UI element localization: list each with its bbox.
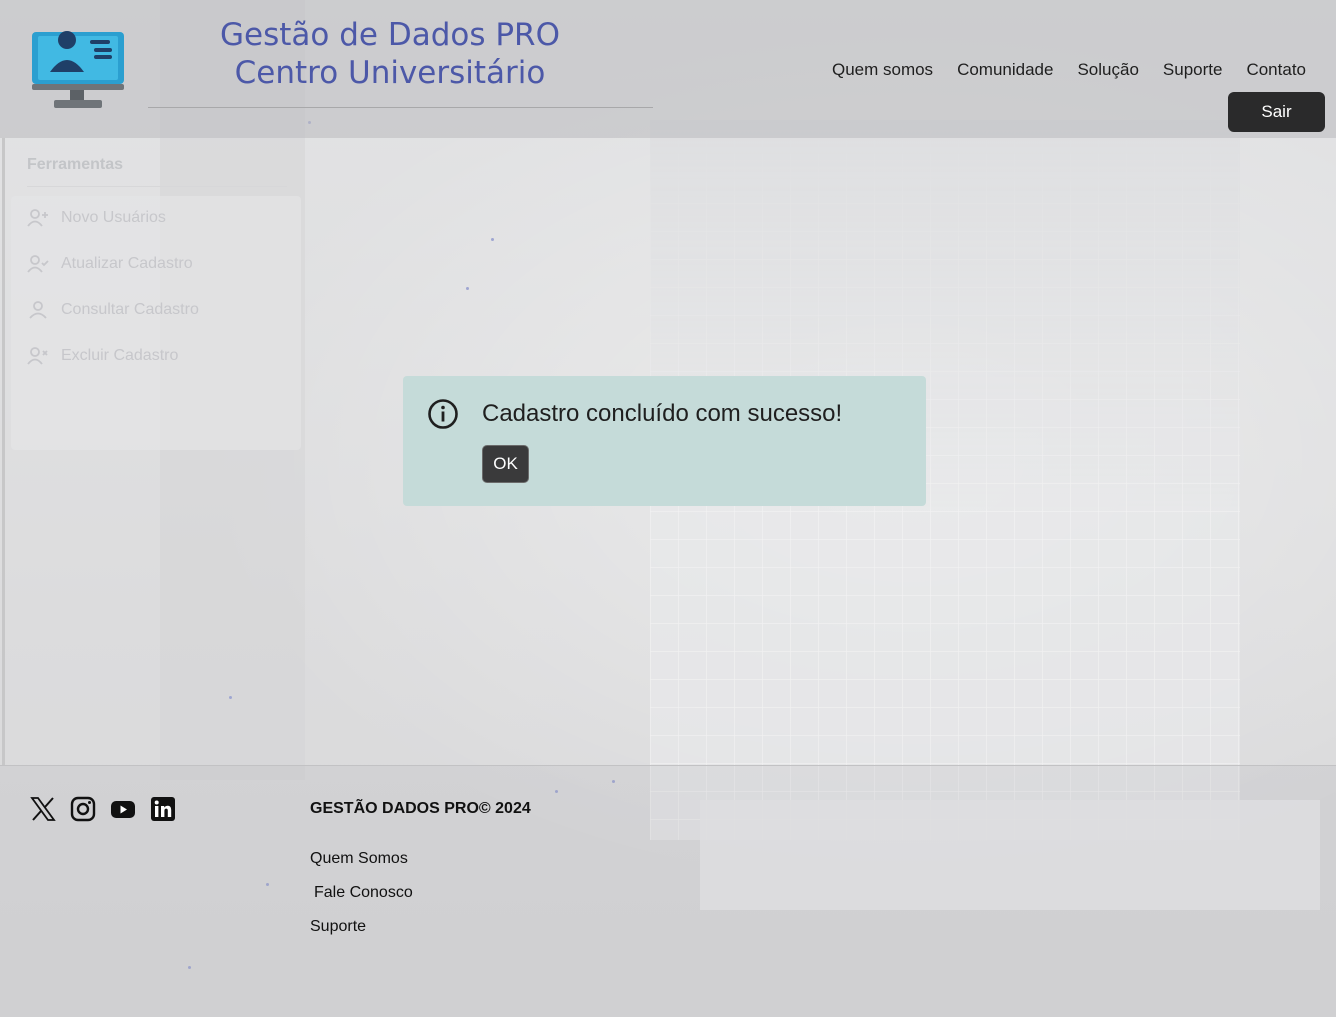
logout-button[interactable]: Sair [1228, 92, 1325, 132]
x-icon[interactable] [30, 796, 56, 822]
brand-divider [148, 107, 653, 108]
info-icon [428, 399, 458, 429]
top-header: Gestão de Dados PRO Centro Universitário… [0, 0, 1336, 138]
success-dialog: Cadastro concluído com sucesso! OK [403, 376, 926, 506]
brand-title-line2: Centro Universitário [234, 55, 546, 91]
brand-title: Gestão de Dados PRO Centro Universitário [190, 16, 590, 92]
social-links [30, 796, 176, 822]
nav-contato[interactable]: Contato [1246, 60, 1306, 80]
linkedin-icon[interactable] [150, 796, 176, 822]
computer-user-icon [32, 31, 124, 108]
nav-quem-somos[interactable]: Quem somos [832, 60, 933, 80]
nav-solucao[interactable]: Solução [1077, 60, 1138, 80]
footer: GESTÃO DADOS PRO© 2024 Quem Somos Fale C… [0, 765, 1336, 1017]
instagram-icon[interactable] [70, 796, 96, 822]
main-nav: Quem somos Comunidade Solução Suporte Co… [832, 60, 1306, 80]
footer-link-suporte[interactable]: Suporte [310, 918, 366, 936]
nav-suporte[interactable]: Suporte [1163, 60, 1223, 80]
ok-button[interactable]: OK [482, 445, 529, 483]
nav-comunidade[interactable]: Comunidade [957, 60, 1053, 80]
copyright-text: GESTÃO DADOS PRO© 2024 [310, 800, 531, 817]
youtube-icon[interactable] [110, 796, 136, 822]
footer-link-fale-conosco[interactable]: Fale Conosco [314, 884, 413, 902]
footer-link-quem-somos[interactable]: Quem Somos [310, 850, 408, 868]
brand-title-line1: Gestão de Dados PRO [220, 17, 560, 53]
dialog-message: Cadastro concluído com sucesso! [482, 400, 843, 427]
